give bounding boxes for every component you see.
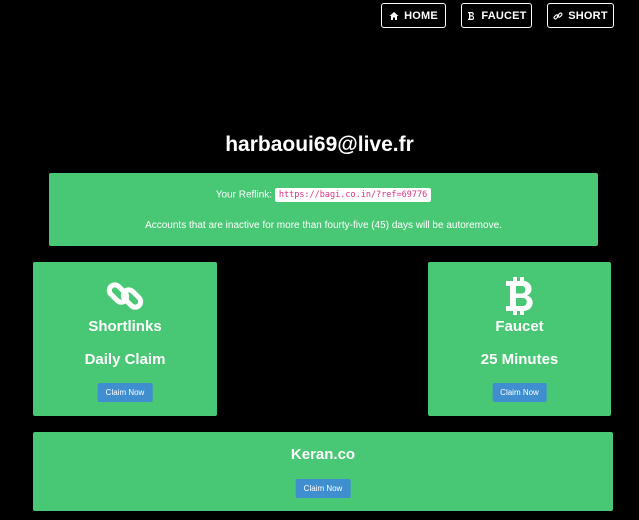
- faucet-title: Faucet: [495, 318, 544, 335]
- faucet-nav-label: FAUCET: [481, 9, 527, 22]
- bitcoin-icon: [468, 11, 475, 20]
- faucet-claim-button[interactable]: Claim Now: [492, 383, 547, 402]
- shortlinks-claim-button[interactable]: Claim Now: [97, 383, 153, 402]
- reflink-url[interactable]: https://bagi.co.in/?ref=69776: [274, 188, 432, 202]
- reflink-panel: Your Reflink: https://bagi.co.in/?ref=69…: [49, 173, 598, 246]
- shortlinks-title: Shortlinks: [88, 318, 162, 335]
- faucet-card: Faucet 25 Minutes Claim Now: [428, 262, 611, 416]
- keran-claim-button[interactable]: Claim Now: [295, 479, 351, 498]
- short-nav-label: SHORT: [568, 9, 608, 22]
- faucet-nav-button[interactable]: FAUCET: [461, 3, 532, 28]
- home-nav-label: HOME: [404, 9, 438, 22]
- link-icon: [553, 12, 563, 19]
- home-nav-button[interactable]: HOME: [381, 3, 446, 28]
- keran-card: Keran.co Claim Now: [33, 432, 613, 511]
- user-email: harbaoui69@live.fr: [225, 133, 414, 156]
- short-nav-button[interactable]: SHORT: [547, 3, 614, 28]
- shortlinks-card: Shortlinks Daily Claim Claim Now: [33, 262, 217, 416]
- bitcoin-icon: [505, 277, 533, 315]
- shortlinks-subtitle: Daily Claim: [84, 351, 166, 368]
- reflink-label: Your Reflink:: [215, 189, 273, 201]
- faucet-subtitle: 25 Minutes: [480, 351, 559, 368]
- home-icon: [389, 11, 399, 20]
- inactive-accounts-note: Accounts that are inactive for more than…: [145, 220, 502, 231]
- keran-title: Keran.co: [290, 446, 356, 463]
- reflink-row: Your Reflink: https://bagi.co.in/?ref=69…: [49, 188, 598, 202]
- link-icon: [106, 282, 144, 310]
